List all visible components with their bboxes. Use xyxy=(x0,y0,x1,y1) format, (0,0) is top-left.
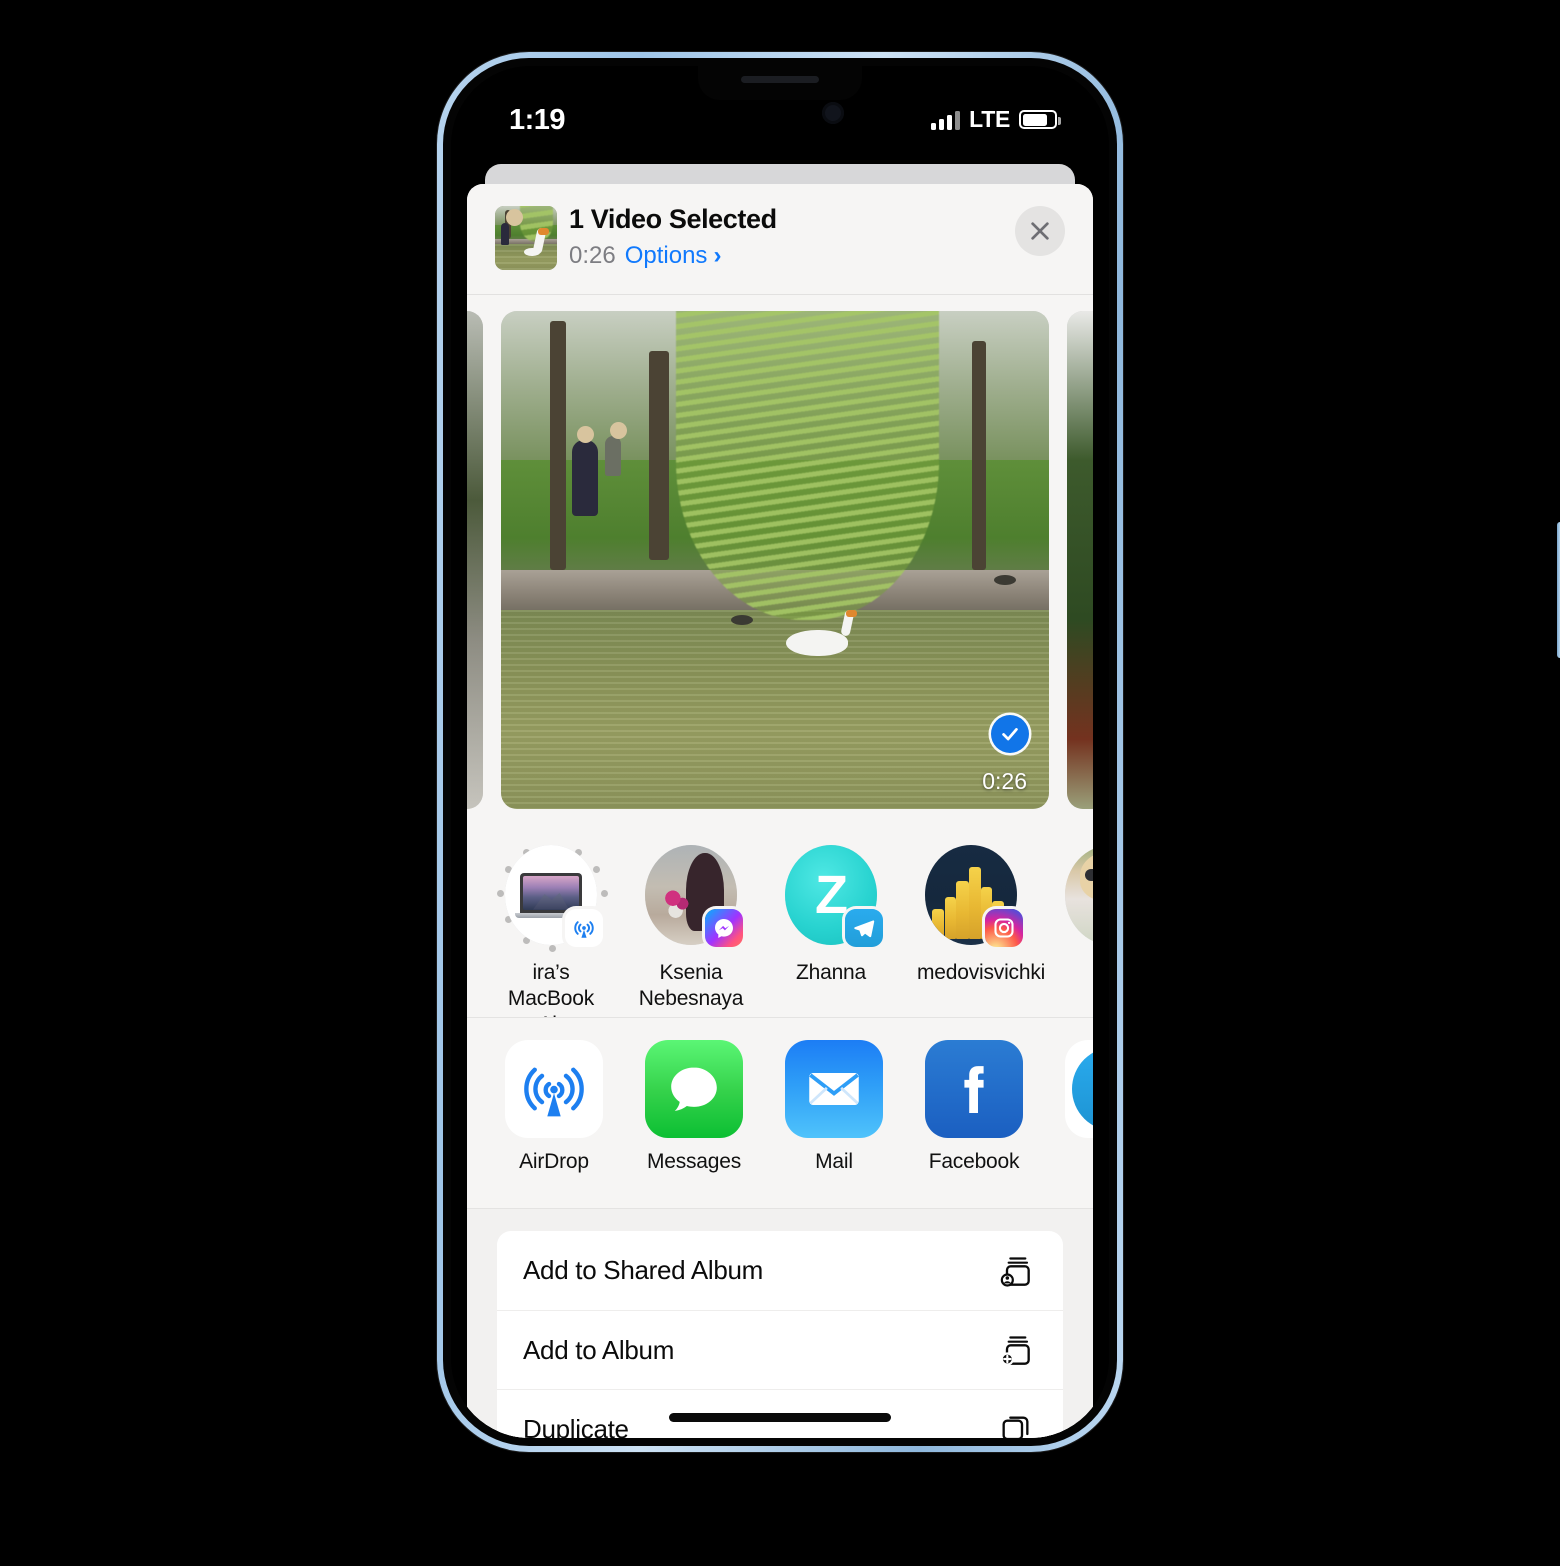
contacts-track: ira’s MacBook Air xyxy=(467,825,1093,1017)
selected-check-badge[interactable] xyxy=(991,715,1029,753)
screenshot-stage: 1:19 LTE 1 Video Selected 0:26 Options ›… xyxy=(0,0,1560,1566)
notch xyxy=(698,66,862,100)
app-label: AirDrop xyxy=(519,1150,589,1173)
facebook-app-icon xyxy=(925,1040,1023,1138)
contact-item-zhanna[interactable]: Z Zhanna xyxy=(777,841,885,1017)
suggested-contacts-row[interactable]: ira’s MacBook Air xyxy=(467,825,1093,1018)
carousel-item-selected[interactable]: 0:26 xyxy=(501,311,1049,809)
contact-photo-avatar xyxy=(1065,845,1093,945)
action-label: Add to Shared Album xyxy=(523,1255,764,1285)
share-app-airdrop[interactable]: AirDrop xyxy=(505,1040,603,1174)
actions-list: Add to Shared Album Add to Album Duplica… xyxy=(497,1231,1063,1438)
video-duration: 0:26 xyxy=(569,242,616,269)
contact-label: Zhanna xyxy=(795,961,867,984)
contact-item-macbook[interactable]: ira’s MacBook Air xyxy=(497,841,608,1017)
close-button[interactable] xyxy=(1015,206,1065,256)
media-carousel[interactable]: 0:26 xyxy=(467,295,1093,825)
messenger-badge-icon xyxy=(705,909,743,947)
share-app-messages[interactable]: Messages xyxy=(645,1040,743,1174)
airdrop-app-icon xyxy=(505,1040,603,1138)
mail-app-icon xyxy=(785,1040,883,1138)
share-app-mail[interactable]: Mail xyxy=(785,1040,883,1174)
share-sheet-header-texts: 1 Video Selected 0:26 Options › xyxy=(569,202,777,271)
phone-frame: 1:19 LTE 1 Video Selected 0:26 Options ›… xyxy=(437,52,1560,1452)
contact-item-ksenia[interactable]: Ksenia Nebesnaya xyxy=(637,841,745,1017)
status-bar-carrier: LTE xyxy=(969,106,1010,132)
action-add-to-album[interactable]: Add to Album xyxy=(497,1310,1063,1389)
close-icon xyxy=(1031,222,1049,240)
carousel-track: 0:26 xyxy=(467,311,1093,809)
battery-icon xyxy=(1019,110,1061,129)
messages-app-icon xyxy=(645,1040,743,1138)
contact-label: medovisvichki xyxy=(917,961,1046,984)
contact-item-medovisvichki[interactable]: medovisvichki xyxy=(917,841,1046,1017)
phone-bezel: 1:19 LTE 1 Video Selected 0:26 Options ›… xyxy=(443,58,1117,1446)
carousel-item-previous[interactable] xyxy=(467,311,483,809)
contact-item-partial[interactable]: О Да xyxy=(1057,841,1093,1017)
carousel-duration-badge: 0:26 xyxy=(982,768,1027,794)
instagram-badge-icon xyxy=(985,909,1023,947)
share-apps-row[interactable]: AirDrop Messages Mail Facebook xyxy=(467,1018,1093,1209)
share-app-telegram[interactable]: Te xyxy=(1065,1040,1093,1174)
telegram-badge-icon xyxy=(845,909,883,947)
apps-track: AirDrop Messages Mail Facebook xyxy=(467,1018,1093,1174)
contact-label: О Да xyxy=(1057,960,1093,1012)
front-camera xyxy=(822,102,844,124)
app-label: Messages xyxy=(646,1150,742,1173)
duplicate-icon xyxy=(997,1409,1037,1438)
contact-label: Ksenia Nebesnaya xyxy=(638,961,744,1010)
contact-label: ira’s MacBook Air xyxy=(507,961,595,1017)
app-label: Mail xyxy=(815,1150,853,1173)
action-add-to-shared-album[interactable]: Add to Shared Album xyxy=(497,1231,1063,1310)
telegram-app-icon xyxy=(1065,1040,1093,1138)
header-subtitle: 0:26 Options › xyxy=(569,241,777,271)
checkmark-circle-icon xyxy=(1002,728,1018,741)
shared-album-icon xyxy=(997,1251,1037,1291)
status-bar-time: 1:19 xyxy=(509,104,566,136)
status-bar-right: LTE xyxy=(931,106,1061,133)
share-sheet: 1 Video Selected 0:26 Options › 0:26 ira… xyxy=(467,184,1093,1438)
carousel-item-next[interactable] xyxy=(1067,311,1093,809)
app-label: Te xyxy=(1065,1150,1093,1174)
chevron-right-icon[interactable]: › xyxy=(713,241,721,271)
cellular-bars-icon xyxy=(931,110,961,130)
app-label: Facebook xyxy=(928,1150,1020,1173)
options-link[interactable]: Options xyxy=(625,241,708,271)
action-label: Duplicate xyxy=(523,1413,629,1439)
earpiece-speaker xyxy=(741,76,819,83)
add-to-album-icon xyxy=(997,1330,1037,1370)
page-title: 1 Video Selected xyxy=(569,204,777,234)
home-indicator[interactable] xyxy=(669,1413,891,1422)
share-app-facebook[interactable]: Facebook xyxy=(925,1040,1023,1174)
action-label: Add to Album xyxy=(523,1334,675,1365)
airdrop-badge-icon xyxy=(565,909,603,947)
actions-section: Add to Shared Album Add to Album Duplica… xyxy=(467,1209,1093,1438)
phone-screen: 1:19 LTE 1 Video Selected 0:26 Options ›… xyxy=(451,66,1109,1438)
video-thumbnail xyxy=(495,206,557,270)
share-sheet-header: 1 Video Selected 0:26 Options › xyxy=(467,184,1093,295)
